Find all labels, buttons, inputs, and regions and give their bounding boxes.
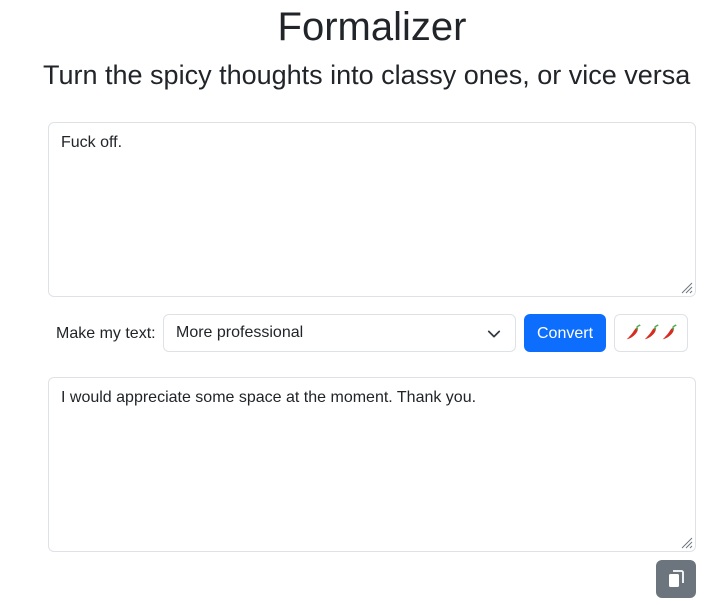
make-my-text-label: Make my text: — [56, 325, 156, 342]
output-textarea[interactable]: I would appreciate some space at the mom… — [48, 377, 696, 552]
tone-select-value: More professional — [176, 324, 304, 341]
chili-pepper-icon — [662, 324, 677, 340]
chevron-down-icon — [487, 330, 501, 338]
copy-icon — [669, 570, 684, 587]
input-text: Fuck off. — [61, 134, 123, 151]
chili-pepper-icon — [644, 324, 659, 340]
resize-handle-icon[interactable] — [681, 537, 693, 549]
input-textarea[interactable]: Fuck off. — [48, 122, 696, 297]
tone-select[interactable]: More professional — [163, 314, 516, 352]
resize-handle-icon[interactable] — [681, 282, 693, 294]
page-subtitle: Turn the spicy thoughts into classy ones… — [43, 60, 691, 90]
convert-button[interactable]: Convert — [524, 314, 606, 352]
copy-button[interactable] — [656, 560, 696, 598]
spice-button[interactable] — [614, 314, 688, 352]
page-title: Formalizer — [277, 5, 467, 49]
chili-pepper-icon — [626, 324, 641, 340]
output-text: I would appreciate some space at the mom… — [61, 389, 477, 406]
